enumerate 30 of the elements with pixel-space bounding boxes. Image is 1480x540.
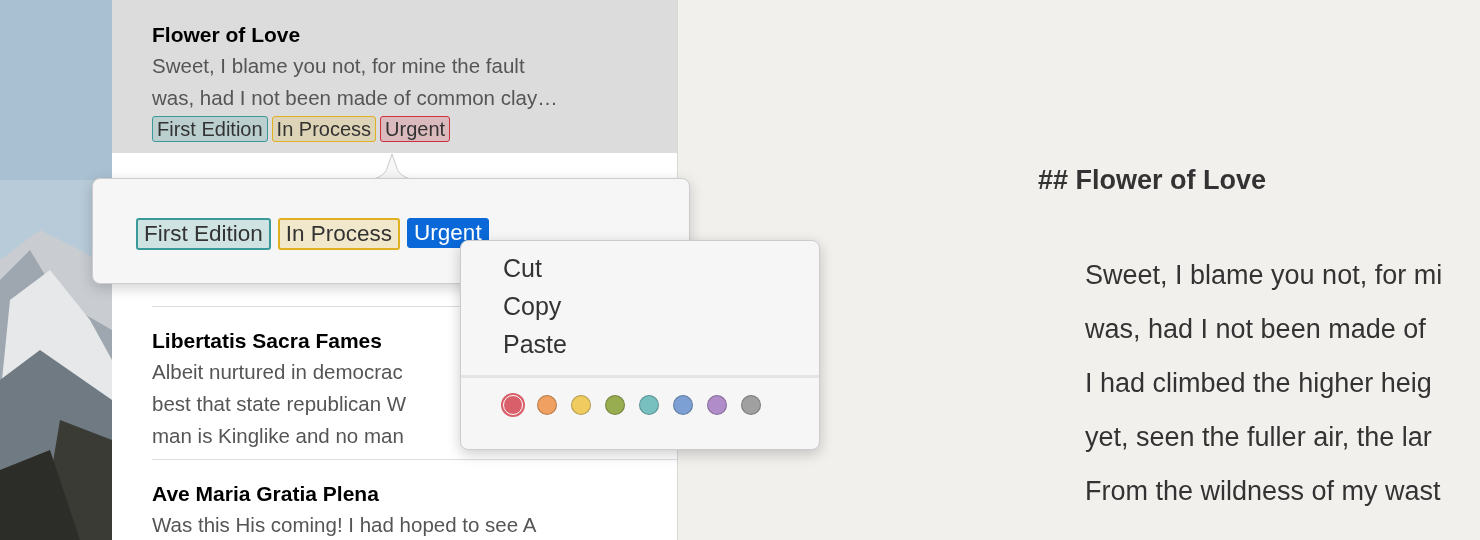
color-swatch[interactable] [571, 395, 591, 415]
menu-item[interactable]: Copy [461, 287, 819, 325]
tag: Urgent [380, 116, 451, 142]
tag-token[interactable]: Urgent [407, 218, 489, 248]
note-preview: Albeit nurtured in democrac best that state republican W man is Kinglike and no man [152, 359, 407, 449]
note-item[interactable]: Flower of Love Sweet, I blame you not, for mine the fault was, had I not been made of common clay… First Edition In Process Urgent [112, 0, 677, 153]
note-title: Ave Maria Gratia Plena [152, 481, 379, 507]
editor-line: yet, seen the fuller air, the lar [1085, 421, 1433, 454]
editor-heading: ## Flower of Love [1038, 164, 1268, 197]
color-swatch[interactable] [537, 395, 557, 415]
tag-token[interactable]: First Edition [136, 218, 271, 250]
tag: First Edition [152, 116, 268, 142]
menu-item[interactable]: Cut [461, 249, 819, 287]
editor-line: From the wildness of my wast [1085, 475, 1442, 508]
editor-line: I had climbed the higher heig [1085, 367, 1433, 400]
color-swatch[interactable] [673, 395, 693, 415]
note-preview: Sweet, I blame you not, for mine the fault was, had I not been made of common clay… [152, 53, 558, 111]
tag-token[interactable]: In Process [277, 218, 401, 250]
tag: In Process [271, 116, 377, 142]
menu-item[interactable]: Paste [461, 325, 819, 363]
note-title: Flower of Love [152, 22, 301, 48]
color-swatch[interactable] [639, 395, 659, 415]
color-swatch[interactable] [741, 395, 761, 415]
note-preview: Was this His coming! I had hoped to see A [152, 512, 537, 538]
color-swatch[interactable] [707, 395, 727, 415]
color-swatch[interactable] [605, 395, 625, 415]
note-title: Libertatis Sacra Fames [152, 328, 382, 354]
editor-line: Sweet, I blame you not, for mi [1085, 259, 1444, 292]
note-item[interactable]: Ave Maria Gratia Plena Was this His coming! I had hoped to see A [112, 459, 677, 540]
editor-line: was, had I not been made of [1085, 313, 1427, 346]
